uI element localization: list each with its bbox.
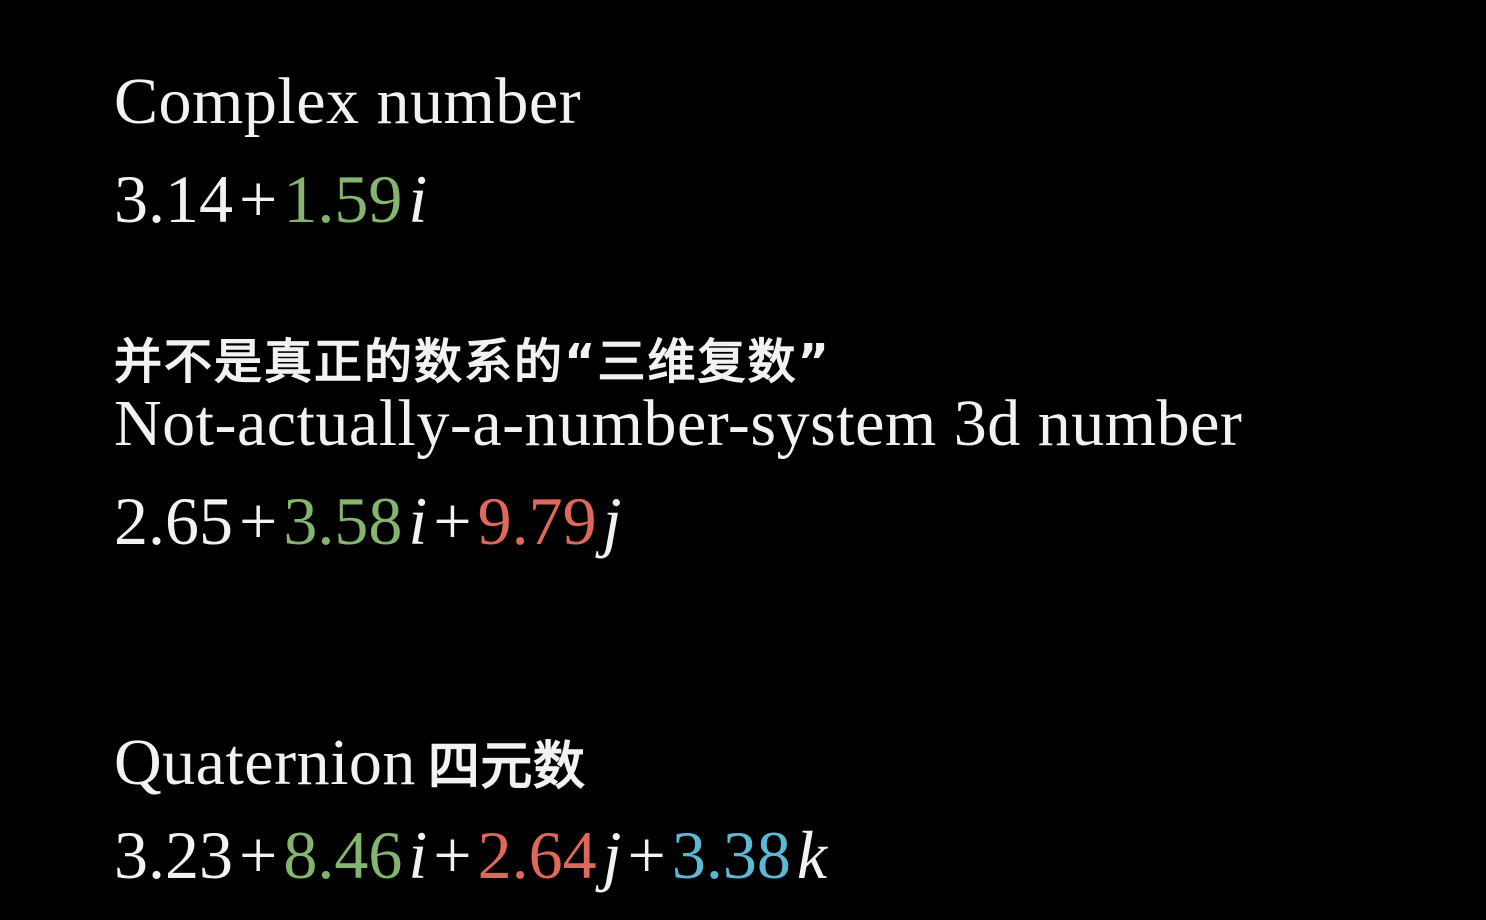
i-unit: i [408,161,428,237]
j-coefficient: 2.64 [477,817,597,893]
i-coefficient: 8.46 [283,817,403,893]
i-coefficient: 1.59 [283,161,403,237]
plus-sign: + [627,817,666,893]
i-unit: i [408,483,428,559]
3d-number-formula: 2.65+3.58i+9.79j [114,482,622,561]
plus-sign: + [239,817,278,893]
real-part: 3.23 [114,817,233,893]
plus-sign: + [433,483,472,559]
i-unit: i [408,817,428,893]
k-coefficient: 3.38 [671,817,791,893]
i-coefficient: 3.58 [283,483,403,559]
k-unit: k [796,817,828,893]
quaternion-title-en: Quaternion [114,726,416,799]
plus-sign: + [239,483,278,559]
j-coefficient: 9.79 [477,483,597,559]
real-part: 2.65 [114,483,233,559]
complex-number-title: Complex number [114,65,582,138]
j-unit: j [602,483,622,559]
quaternion-formula: 3.23+8.46i+2.64j+3.38k [114,816,827,895]
quaternion-title: Quaternion 四元数 [114,724,585,801]
complex-number-formula: 3.14+1.59i [114,160,427,239]
j-unit: j [602,817,622,893]
plus-sign: + [433,817,472,893]
chinese-caption: 并不是真正的数系的“三维复数” [114,334,832,390]
real-part: 3.14 [114,161,233,237]
quaternion-title-zh: 四元数 [427,737,586,797]
plus-sign: + [239,161,278,237]
3d-number-title: Not-actually-a-number-system 3d number [114,387,1243,460]
